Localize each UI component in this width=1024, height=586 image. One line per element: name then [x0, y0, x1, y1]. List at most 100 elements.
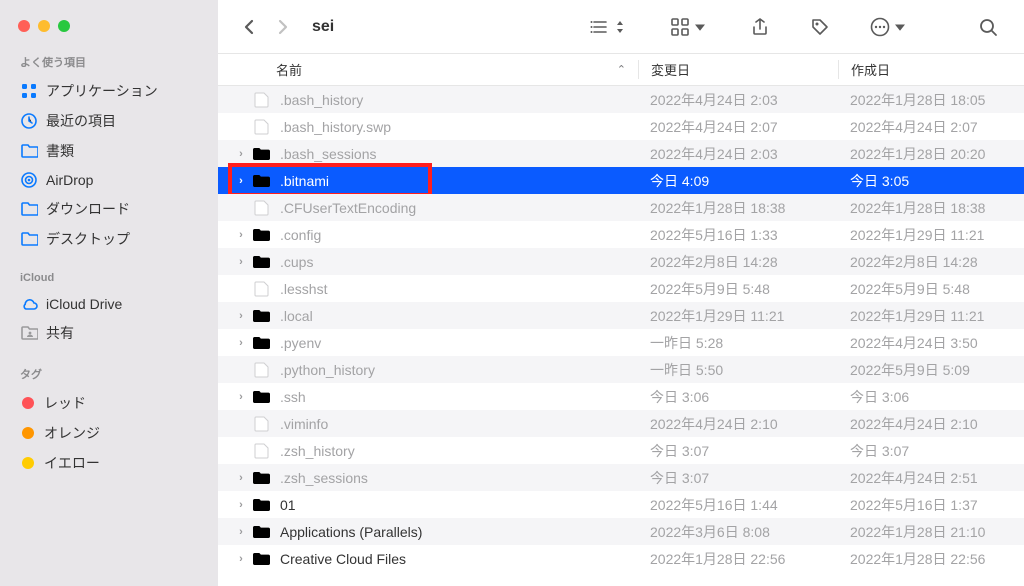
file-created-date: 今日 3:05: [838, 171, 1024, 191]
sidebar-item[interactable]: AirDrop: [0, 166, 218, 194]
file-icon: [252, 362, 272, 378]
sidebar-item[interactable]: ダウンロード: [0, 194, 218, 224]
tag-color-dot: [22, 457, 34, 469]
close-window-button[interactable]: [18, 20, 30, 32]
column-created-header[interactable]: 作成日: [838, 60, 1024, 79]
sidebar-item[interactable]: デスクトップ: [0, 224, 218, 254]
disclosure-triangle-icon[interactable]: ›: [232, 310, 250, 322]
file-modified-date: 2022年5月16日 1:33: [638, 225, 838, 245]
file-row[interactable]: ›.zsh_sessions今日 3:072022年4月24日 2:51: [218, 464, 1024, 491]
file-row[interactable]: ›Applications (Parallels)2022年3月6日 8:082…: [218, 518, 1024, 545]
sidebar-section-title: タグ: [0, 362, 218, 388]
file-icon: [252, 443, 272, 459]
sidebar-item[interactable]: 共有: [0, 318, 218, 348]
file-row[interactable]: .viminfo2022年4月24日 2:102022年4月24日 2:10: [218, 410, 1024, 437]
file-modified-date: 2022年4月24日 2:03: [638, 90, 838, 110]
column-headers: 名前⌃ 変更日 作成日: [218, 54, 1024, 86]
sidebar-item[interactable]: 書類: [0, 136, 218, 166]
column-modified-header[interactable]: 変更日: [638, 60, 838, 79]
sidebar-item[interactable]: 最近の項目: [0, 106, 218, 136]
view-list-button[interactable]: [582, 13, 638, 41]
file-name: .zsh_sessions: [280, 470, 638, 486]
file-row[interactable]: .bash_history.swp2022年4月24日 2:072022年4月2…: [218, 113, 1024, 140]
file-row[interactable]: .python_history一昨日 5:502022年5月9日 5:09: [218, 356, 1024, 383]
disclosure-triangle-icon[interactable]: ›: [232, 337, 250, 349]
forward-button[interactable]: [268, 13, 296, 41]
file-icon: [252, 92, 272, 108]
search-button[interactable]: [970, 13, 1006, 41]
file-name: .ssh: [280, 389, 638, 405]
disclosure-triangle-icon[interactable]: ›: [232, 553, 250, 565]
file-name: .config: [280, 227, 638, 243]
sidebar-tag-item[interactable]: オレンジ: [0, 418, 218, 448]
sidebar-item-label: 最近の項目: [46, 111, 116, 131]
file-row[interactable]: .bash_history2022年4月24日 2:032022年1月28日 1…: [218, 86, 1024, 113]
sidebar-item-label: 共有: [46, 323, 74, 343]
sidebar-item-label: オレンジ: [44, 423, 100, 443]
file-list: .bash_history2022年4月24日 2:032022年1月28日 1…: [218, 86, 1024, 586]
folder-icon: [252, 146, 272, 162]
file-name: .CFUserTextEncoding: [280, 200, 638, 216]
sidebar-item-label: iCloud Drive: [46, 296, 122, 312]
file-row[interactable]: ›012022年5月16日 1:442022年5月16日 1:37: [218, 491, 1024, 518]
file-modified-date: 2022年1月28日 22:56: [638, 549, 838, 569]
column-name-header[interactable]: 名前⌃: [218, 60, 638, 79]
disclosure-triangle-icon[interactable]: ›: [232, 148, 250, 160]
file-name: .local: [280, 308, 638, 324]
clock-icon: [20, 112, 38, 130]
sidebar-item[interactable]: iCloud Drive: [0, 290, 218, 318]
file-row[interactable]: ›.pyenv一昨日 5:282022年4月24日 3:50: [218, 329, 1024, 356]
more-actions-button[interactable]: [862, 13, 918, 41]
file-created-date: 2022年5月9日 5:48: [838, 279, 1024, 299]
folder-icon: [252, 389, 272, 405]
view-group-button[interactable]: [662, 13, 718, 41]
file-modified-date: 2022年4月24日 2:10: [638, 414, 838, 434]
disclosure-triangle-icon[interactable]: ›: [232, 391, 250, 403]
tag-color-dot: [22, 397, 34, 409]
window-controls: [0, 12, 218, 50]
file-name: Creative Cloud Files: [280, 551, 638, 567]
maximize-window-button[interactable]: [58, 20, 70, 32]
sidebar-section-title: iCloud: [0, 268, 218, 290]
file-row[interactable]: ›.ssh今日 3:06今日 3:06: [218, 383, 1024, 410]
file-row[interactable]: .CFUserTextEncoding2022年1月28日 18:382022年…: [218, 194, 1024, 221]
file-row[interactable]: .lesshst2022年5月9日 5:482022年5月9日 5:48: [218, 275, 1024, 302]
file-icon: [252, 281, 272, 297]
disclosure-triangle-icon[interactable]: ›: [232, 175, 250, 187]
tag-color-dot: [22, 427, 34, 439]
sidebar-tag-item[interactable]: レッド: [0, 388, 218, 418]
disclosure-triangle-icon[interactable]: ›: [232, 526, 250, 538]
sidebar-tag-item[interactable]: イエロー: [0, 448, 218, 478]
file-modified-date: 2022年4月24日 2:07: [638, 117, 838, 137]
share-button[interactable]: [742, 13, 778, 41]
sidebar-section-title: よく使う項目: [0, 50, 218, 76]
main-content: sei 名前⌃ 変更日 作成日 .bash_history2022年4月24日 …: [218, 0, 1024, 586]
file-row[interactable]: ›.cups2022年2月8日 14:282022年2月8日 14:28: [218, 248, 1024, 275]
file-modified-date: 2022年3月6日 8:08: [638, 522, 838, 542]
file-modified-date: 2022年1月29日 11:21: [638, 306, 838, 326]
back-button[interactable]: [236, 13, 264, 41]
file-name: .zsh_history: [280, 443, 638, 459]
disclosure-triangle-icon[interactable]: ›: [232, 472, 250, 484]
file-created-date: 2022年4月24日 3:50: [838, 333, 1024, 353]
file-row[interactable]: ›.config2022年5月16日 1:332022年1月29日 11:21: [218, 221, 1024, 248]
file-name: .bitnami: [280, 173, 638, 189]
sidebar-item[interactable]: アプリケーション: [0, 76, 218, 106]
tags-button[interactable]: [802, 13, 838, 41]
file-row[interactable]: .zsh_history今日 3:07今日 3:07: [218, 437, 1024, 464]
folder-icon: [20, 142, 38, 160]
file-created-date: 今日 3:06: [838, 387, 1024, 407]
file-row[interactable]: ›.local2022年1月29日 11:212022年1月29日 11:21: [218, 302, 1024, 329]
sidebar-item-label: AirDrop: [46, 172, 93, 188]
folder-icon: [252, 308, 272, 324]
file-row[interactable]: ›Creative Cloud Files2022年1月28日 22:56202…: [218, 545, 1024, 572]
file-name: Applications (Parallels): [280, 524, 638, 540]
minimize-window-button[interactable]: [38, 20, 50, 32]
disclosure-triangle-icon[interactable]: ›: [232, 256, 250, 268]
file-name: .viminfo: [280, 416, 638, 432]
disclosure-triangle-icon[interactable]: ›: [232, 499, 250, 511]
sidebar-item-label: レッド: [44, 393, 86, 413]
file-row[interactable]: ›.bash_sessions2022年4月24日 2:032022年1月28日…: [218, 140, 1024, 167]
file-row[interactable]: ›.bitnami今日 4:09今日 3:05: [218, 167, 1024, 194]
disclosure-triangle-icon[interactable]: ›: [232, 229, 250, 241]
